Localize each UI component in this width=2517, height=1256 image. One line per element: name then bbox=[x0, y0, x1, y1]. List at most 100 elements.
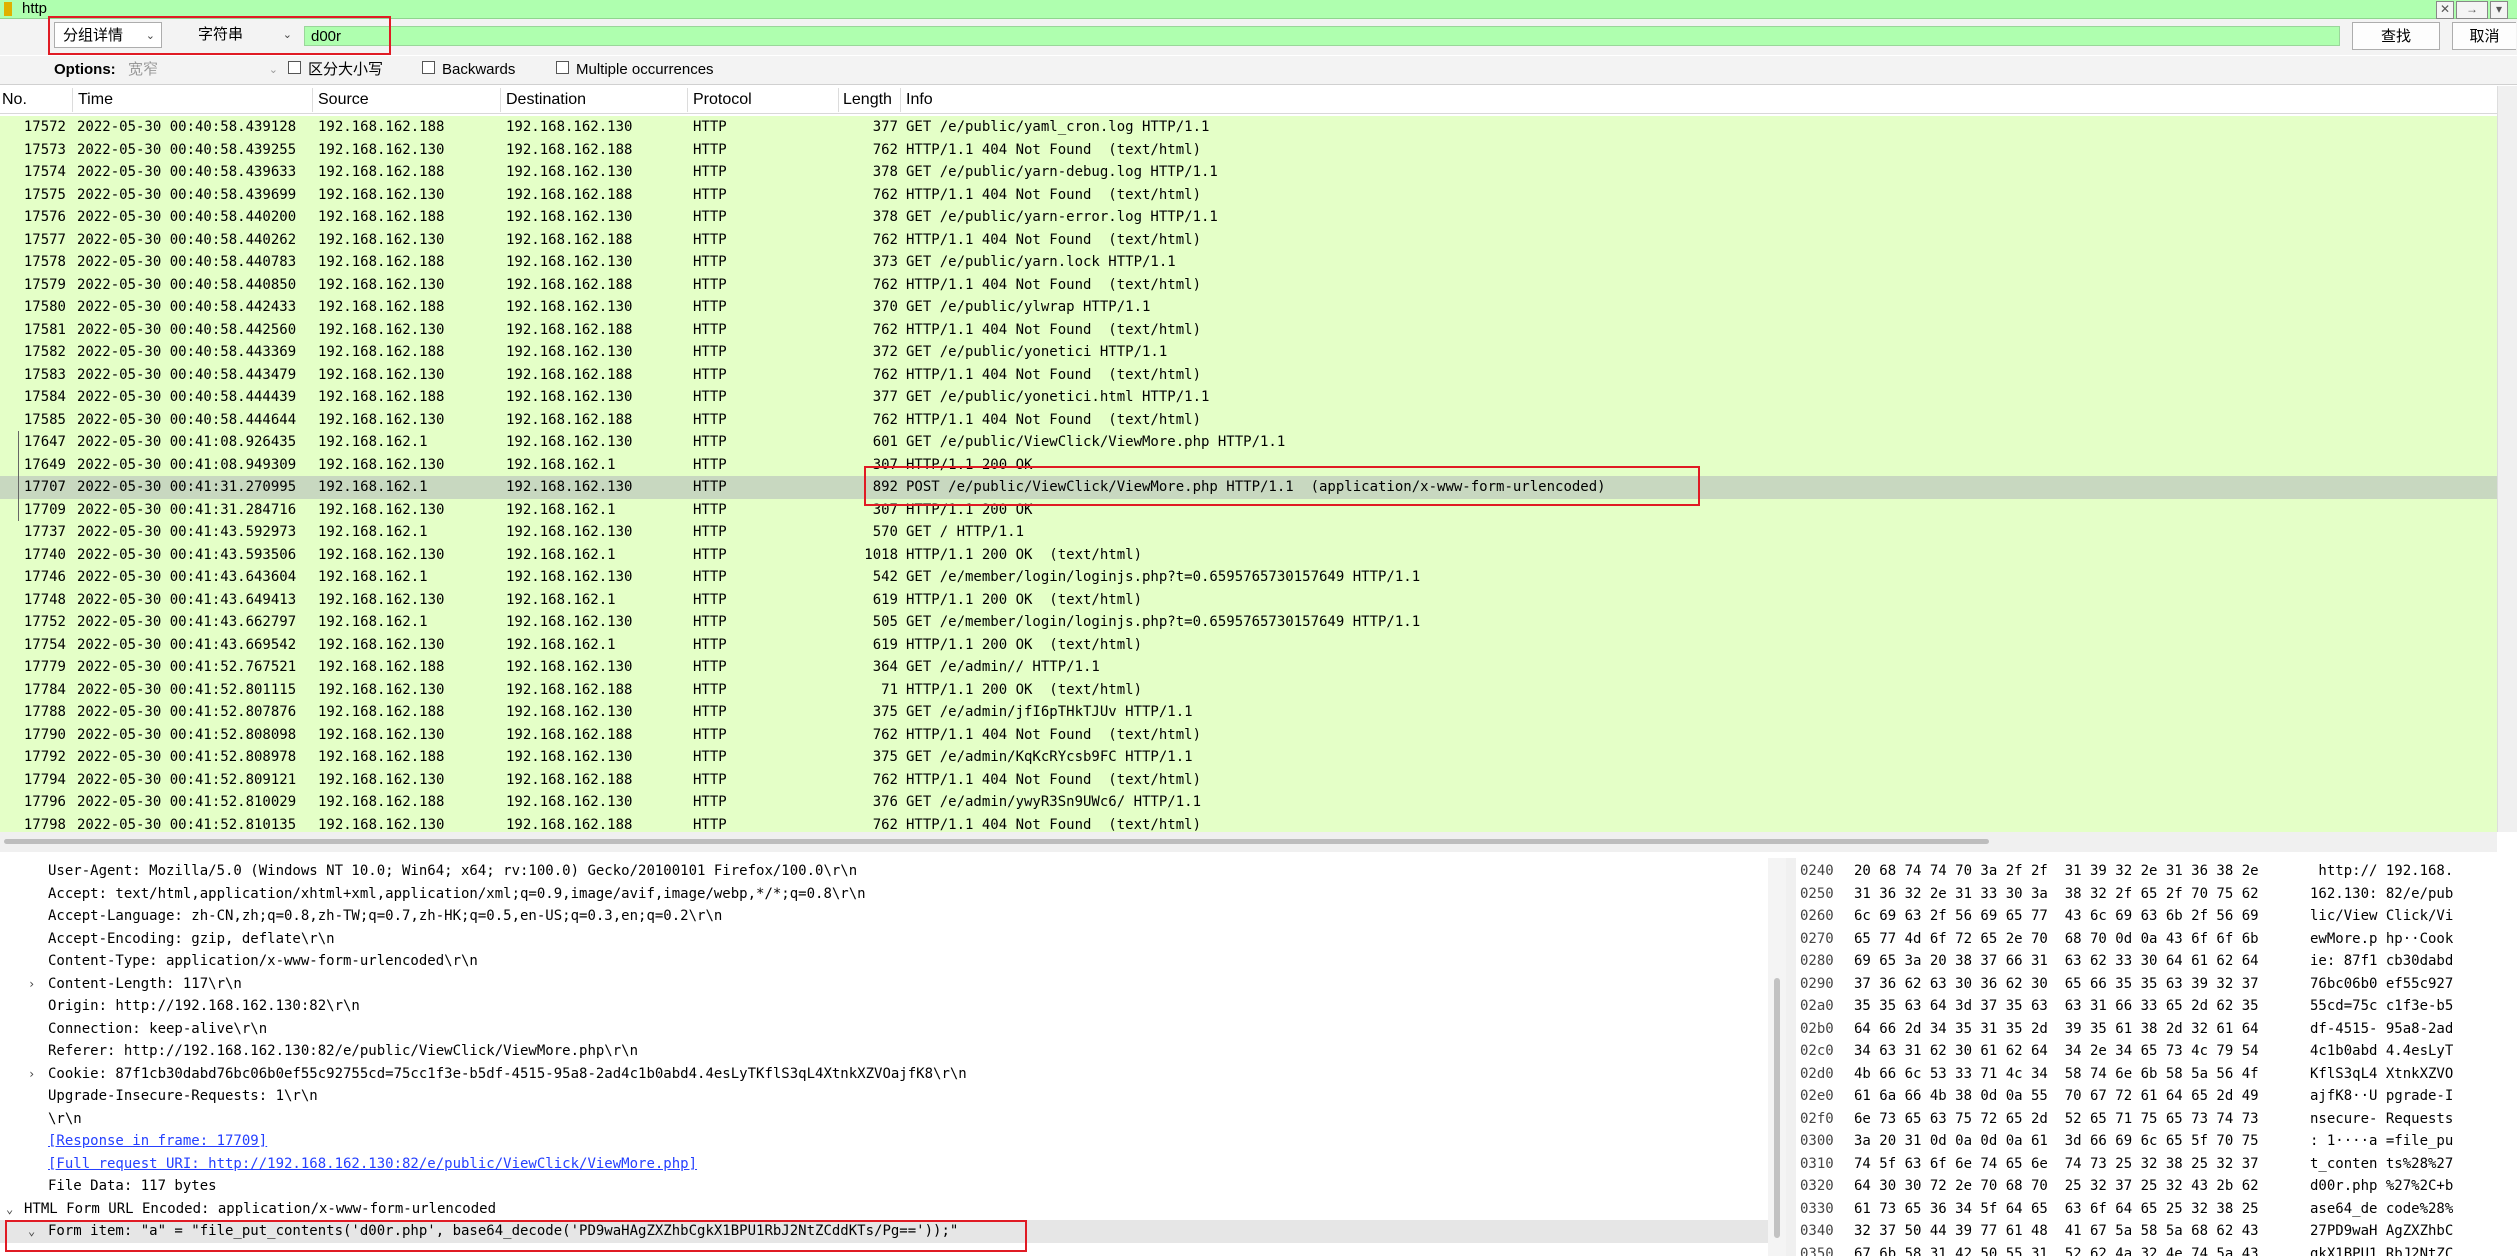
packet-list-horizontal-scrollbar[interactable] bbox=[0, 832, 2497, 852]
table-row[interactable]: 17779 2022-05-30 00:41:52.767521 192.168.1… bbox=[0, 656, 2497, 679]
bookmark-icon[interactable] bbox=[4, 2, 12, 16]
table-row[interactable]: 17583 2022-05-30 00:40:58.443479 192.168.1… bbox=[0, 363, 2497, 386]
table-row[interactable]: 17794 2022-05-30 00:41:52.809121 192.168.1… bbox=[0, 768, 2497, 791]
table-row[interactable]: 17754 2022-05-30 00:41:43.669542 192.168.1… bbox=[0, 633, 2497, 656]
table-row[interactable]: 17746 2022-05-30 00:41:43.643604 192.168.1… bbox=[0, 566, 2497, 589]
table-row[interactable]: 17582 2022-05-30 00:40:58.443369 192.168.1… bbox=[0, 341, 2497, 364]
column-divider[interactable] bbox=[500, 88, 501, 112]
table-row[interactable]: 17748 2022-05-30 00:41:43.649413 192.168.1… bbox=[0, 588, 2497, 611]
packet-list-vertical-scrollbar[interactable] bbox=[2497, 86, 2517, 832]
details-line[interactable]: Content-Type: application/x-www-form-url… bbox=[0, 950, 1768, 973]
find-scope-select[interactable]: 分组详情 ⌄ bbox=[54, 22, 162, 48]
column-divider[interactable] bbox=[312, 88, 313, 112]
packet-number: 17574 bbox=[23, 164, 66, 180]
table-row[interactable]: 17737 2022-05-30 00:41:43.592973 192.168.1… bbox=[0, 521, 2497, 544]
table-row[interactable]: 17581 2022-05-30 00:40:58.442560 192.168.1… bbox=[0, 318, 2497, 341]
details-line[interactable]: › Cookie: 87f1cb30dabd76bc06b0ef55c92755c… bbox=[0, 1063, 1768, 1086]
table-row[interactable]: 17709 2022-05-30 00:41:31.284716 192.168.1… bbox=[0, 498, 2497, 521]
packet-bytes-pane[interactable]: 0240 20 68 74 74 70 3a 2f 2f 31 39 32 2e … bbox=[1796, 858, 2517, 1256]
backwards-checkbox[interactable] bbox=[422, 61, 435, 74]
arrow-right-icon[interactable]: → bbox=[2456, 1, 2488, 19]
details-line[interactable]: Connection: keep-alive\r\n bbox=[0, 1018, 1768, 1041]
scrollbar-thumb[interactable] bbox=[4, 839, 1989, 844]
table-row[interactable]: 17575 2022-05-30 00:40:58.439699 192.168.1… bbox=[0, 183, 2497, 206]
column-divider[interactable] bbox=[838, 88, 839, 112]
table-row[interactable]: 17584 2022-05-30 00:40:58.444439 192.168.1… bbox=[0, 386, 2497, 409]
column-no[interactable]: No. bbox=[2, 90, 27, 110]
chevron-right-icon[interactable]: › bbox=[28, 1063, 35, 1086]
details-text: File Data: 117 bytes bbox=[48, 1178, 217, 1194]
details-line[interactable]: \r\n bbox=[0, 1108, 1768, 1131]
packet-source: 192.168.162.1 bbox=[318, 614, 428, 630]
packet-length: 375 bbox=[872, 704, 898, 720]
table-row[interactable]: 17580 2022-05-30 00:40:58.442433 192.168.1… bbox=[0, 296, 2497, 319]
table-row[interactable]: 17740 2022-05-30 00:41:43.593506 192.168.1… bbox=[0, 543, 2497, 566]
details-line[interactable]: Referer: http://192.168.162.130:82/e/pub… bbox=[0, 1040, 1768, 1063]
packet-time: 2022-05-30 00:41:08.949309 bbox=[77, 456, 297, 473]
packet-details-pane[interactable]: User-Agent: Mozilla/5.0 (Windows NT 10.0… bbox=[0, 858, 1768, 1256]
details-line[interactable]: User-Agent: Mozilla/5.0 (Windows NT 10.0… bbox=[0, 860, 1768, 883]
packet-time: 2022-05-30 00:41:52.810135 bbox=[77, 816, 297, 833]
close-icon[interactable]: ✕ bbox=[2436, 1, 2454, 19]
table-row[interactable]: 17572 2022-05-30 00:40:58.439128 192.168.1… bbox=[0, 116, 2497, 139]
table-row[interactable]: 17579 2022-05-30 00:40:58.440850 192.168.1… bbox=[0, 273, 2497, 296]
table-row[interactable]: 17573 2022-05-30 00:40:58.439255 192.168.1… bbox=[0, 138, 2497, 161]
column-time[interactable]: Time bbox=[78, 90, 113, 110]
table-row[interactable]: 17578 2022-05-30 00:40:58.440783 192.168.1… bbox=[0, 251, 2497, 274]
column-info[interactable]: Info bbox=[906, 90, 933, 110]
table-row[interactable]: 17752 2022-05-30 00:41:43.662797 192.168.1… bbox=[0, 611, 2497, 634]
column-protocol[interactable]: Protocol bbox=[693, 90, 752, 110]
details-line[interactable]: Accept-Language: zh-CN,zh;q=0.8,zh-TW;q=… bbox=[0, 905, 1768, 928]
packet-destination: 192.168.162.130 bbox=[506, 659, 633, 675]
packet-info: HTTP/1.1 404 Not Found (text/html) bbox=[906, 186, 1202, 203]
chevron-down-icon[interactable]: ⌄ bbox=[6, 1198, 13, 1221]
details-line[interactable]: ⌄ Form item: "a" = "file_put_contents('d0… bbox=[0, 1220, 1768, 1243]
column-divider[interactable] bbox=[687, 88, 688, 112]
find-input[interactable]: d00r bbox=[304, 26, 2340, 46]
table-row[interactable]: 17649 2022-05-30 00:41:08.949309 192.168.1… bbox=[0, 453, 2497, 476]
column-length[interactable]: Length bbox=[843, 90, 892, 110]
details-line[interactable]: Upgrade-Insecure-Requests: 1\r\n bbox=[0, 1085, 1768, 1108]
column-divider[interactable] bbox=[900, 88, 901, 112]
details-line[interactable]: File Data: 117 bytes bbox=[0, 1175, 1768, 1198]
table-row[interactable]: 17585 2022-05-30 00:40:58.444644 192.168.1… bbox=[0, 408, 2497, 431]
multiple-occurrences-checkbox[interactable] bbox=[556, 61, 569, 74]
details-link[interactable]: [Response in frame: 17709] bbox=[0, 1130, 1768, 1153]
details-line[interactable]: Accept-Encoding: gzip, deflate\r\n bbox=[0, 928, 1768, 951]
display-filter-text[interactable]: http bbox=[22, 0, 47, 18]
chevron-down-icon[interactable]: ⌄ bbox=[28, 1220, 35, 1243]
dropdown-icon[interactable]: ▾ bbox=[2490, 1, 2508, 19]
details-line[interactable]: Origin: http://192.168.162.130:82\r\n bbox=[0, 995, 1768, 1018]
scrollbar-thumb[interactable] bbox=[1774, 978, 1780, 1238]
column-divider[interactable] bbox=[72, 88, 73, 112]
find-type-select[interactable]: 字符串 ⌄ bbox=[190, 22, 298, 48]
table-row[interactable]: 17788 2022-05-30 00:41:52.807876 192.168.1… bbox=[0, 701, 2497, 724]
table-row[interactable]: 17707 2022-05-30 00:41:31.270995 192.168.1… bbox=[0, 476, 2497, 499]
packet-list[interactable]: 17572 2022-05-30 00:40:58.439128 192.168.1… bbox=[0, 114, 2497, 832]
packet-time: 2022-05-30 00:40:58.442433 bbox=[77, 299, 297, 315]
table-row[interactable]: 17576 2022-05-30 00:40:58.440200 192.168.1… bbox=[0, 206, 2497, 229]
table-row[interactable]: 17647 2022-05-30 00:41:08.926435 192.168.1… bbox=[0, 431, 2497, 454]
case-sensitive-checkbox[interactable] bbox=[288, 61, 301, 74]
charset-select[interactable]: 宽窄 ⌄ bbox=[128, 59, 278, 81]
cancel-button[interactable]: 取消 bbox=[2452, 22, 2516, 50]
details-link[interactable]: [Full request URI: http://192.168.162.13… bbox=[0, 1153, 1768, 1176]
pane-splitter[interactable] bbox=[1786, 858, 1796, 1256]
find-button[interactable]: 查找 bbox=[2352, 22, 2440, 50]
table-row[interactable]: 17574 2022-05-30 00:40:58.439633 192.168.1… bbox=[0, 161, 2497, 184]
display-filter-bar[interactable]: http ✕ → ▾ bbox=[0, 0, 2517, 19]
details-line[interactable]: ⌄ HTML Form URL Encoded: application/x-ww… bbox=[0, 1198, 1768, 1221]
packet-info: HTTP/1.1 200 OK bbox=[906, 501, 1033, 518]
table-row[interactable]: 17792 2022-05-30 00:41:52.808978 192.168.1… bbox=[0, 746, 2497, 769]
chevron-right-icon[interactable]: › bbox=[28, 973, 35, 996]
table-row[interactable]: 17790 2022-05-30 00:41:52.808098 192.168.1… bbox=[0, 723, 2497, 746]
table-row[interactable]: 17798 2022-05-30 00:41:52.810135 192.168.1… bbox=[0, 813, 2497, 833]
column-source[interactable]: Source bbox=[318, 90, 369, 110]
column-destination[interactable]: Destination bbox=[506, 90, 586, 110]
details-line[interactable]: › Content-Length: 117\r\n bbox=[0, 973, 1768, 996]
table-row[interactable]: 17796 2022-05-30 00:41:52.810029 192.168.1… bbox=[0, 791, 2497, 814]
details-line[interactable]: Accept: text/html,application/xhtml+xml,… bbox=[0, 883, 1768, 906]
table-row[interactable]: 17784 2022-05-30 00:41:52.801115 192.168.1… bbox=[0, 678, 2497, 701]
details-scrollbar[interactable] bbox=[1768, 858, 1786, 1256]
table-row[interactable]: 17577 2022-05-30 00:40:58.440262 192.168.1… bbox=[0, 228, 2497, 251]
